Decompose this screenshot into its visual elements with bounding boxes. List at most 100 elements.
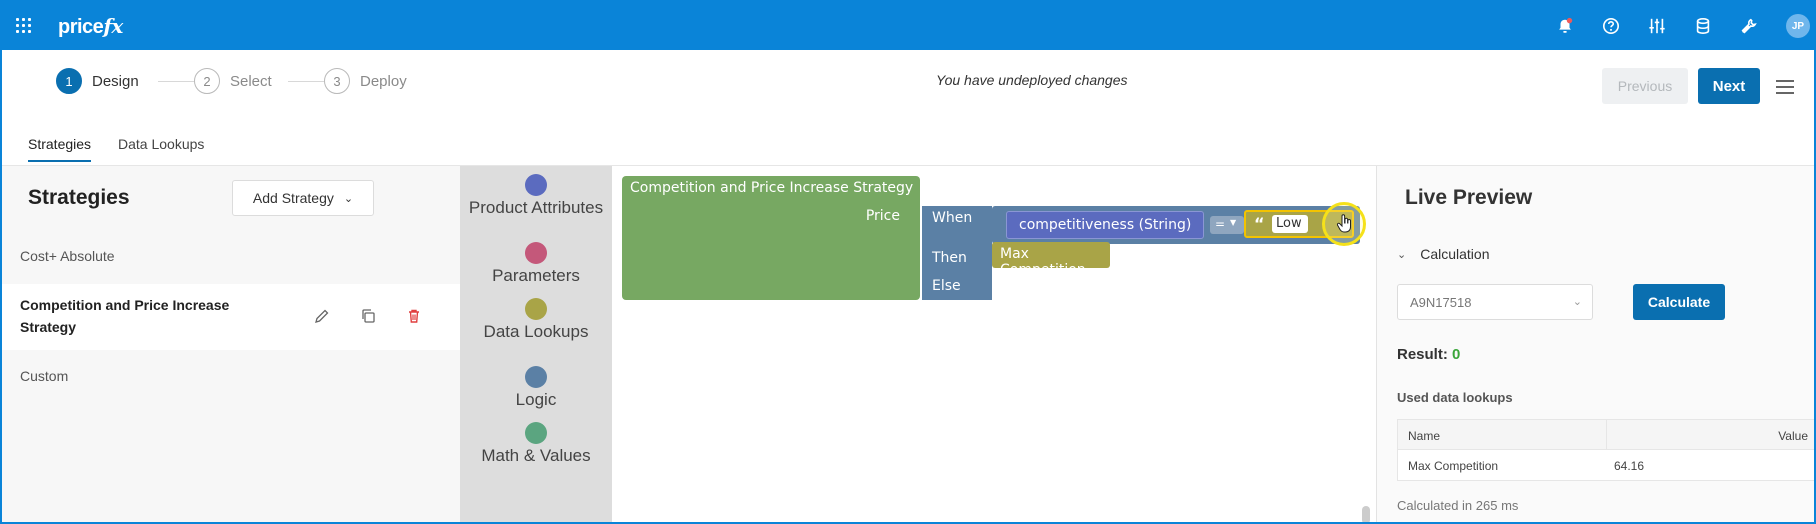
chevron-down-icon: ⌄ — [1397, 248, 1407, 261]
category-label: Data Lookups — [483, 322, 589, 341]
step-number: 2 — [194, 68, 220, 94]
price-label: Price — [865, 208, 900, 224]
if-block[interactable]: When Then Else — [922, 206, 992, 300]
category-label: Product Attributes — [468, 198, 604, 217]
operator-dropdown[interactable]: = ▼ — [1210, 216, 1244, 234]
category-dot-icon — [525, 422, 547, 444]
product-select[interactable]: A9N17518 ⌄ — [1397, 284, 1593, 320]
toolbox-math-values[interactable]: Math & Values — [460, 422, 612, 466]
strategies-title: Strategies — [28, 186, 130, 209]
calculate-button[interactable]: Calculate — [1633, 284, 1725, 320]
used-lookups-table: Name Value Max Competition 64.16 — [1397, 419, 1814, 481]
apps-grid-icon[interactable] — [16, 18, 32, 34]
add-strategy-label: Add Strategy — [252, 190, 334, 206]
toolbox-logic[interactable]: Logic — [460, 366, 612, 410]
edit-icon[interactable] — [312, 306, 332, 326]
result-line: Result: 0 — [1397, 346, 1460, 363]
top-bar: pricefx JP — [2, 2, 1814, 50]
blockly-workspace[interactable]: Competition and Price Increase Strategy … — [612, 166, 1376, 522]
strategy-item-competition[interactable]: Competition and Price Increase Strategy — [2, 284, 460, 350]
toolbox-product-attributes[interactable]: Product Attributes — [460, 174, 612, 218]
tab-data-lookups[interactable]: Data Lookups — [118, 136, 204, 160]
logo-fx-text: fx — [103, 14, 123, 38]
category-dot-icon — [525, 366, 547, 388]
category-label: Logic — [515, 390, 557, 409]
hand-cursor-icon — [1336, 214, 1351, 233]
logo-text: price — [58, 16, 104, 38]
calculation-label: Calculation — [1420, 246, 1490, 262]
strategies-panel: Strategies Add Strategy ⌄ Cost+ Absolute… — [2, 166, 460, 522]
workspace-scrollbar[interactable] — [1362, 506, 1370, 522]
strategy-block[interactable]: Competition and Price Increase Strategy … — [622, 176, 920, 300]
database-icon[interactable] — [1680, 2, 1726, 50]
step-design[interactable]: 1 Design — [56, 68, 139, 94]
category-label: Parameters — [492, 266, 580, 285]
previous-button[interactable]: Previous — [1602, 68, 1688, 104]
category-dot-icon — [525, 298, 547, 320]
strategy-item-cost-absolute[interactable]: Cost+ Absolute — [2, 248, 460, 264]
calculation-section-toggle[interactable]: ⌄ Calculation — [1397, 246, 1489, 262]
then-label: Then — [932, 250, 967, 266]
strategy-actions — [312, 306, 450, 326]
calculation-time: Calculated in 265 ms — [1397, 498, 1519, 513]
bell-alert-icon[interactable] — [1542, 2, 1588, 50]
cell-value: 64.16 — [1614, 459, 1645, 473]
chevron-down-icon: ⌄ — [343, 192, 354, 205]
lookup-value-block[interactable]: Max Competition — [992, 242, 1110, 278]
result-label: Result: — [1397, 346, 1448, 363]
operator-value: = — [1215, 217, 1226, 231]
category-dot-icon — [525, 174, 547, 196]
when-label: When — [932, 210, 973, 226]
delete-icon[interactable] — [404, 306, 424, 326]
block-toolbox: Product Attributes Parameters Data Looku… — [460, 166, 612, 522]
tools-icon[interactable] — [1726, 2, 1772, 50]
undeployed-status: You have undeployed changes — [936, 72, 1128, 88]
quote-icon: “ — [1254, 214, 1265, 233]
pricefx-logo[interactable]: pricefx — [58, 14, 123, 39]
step-number: 1 — [56, 68, 82, 94]
strategy-block-title: Competition and Price Increase Strategy — [630, 180, 914, 196]
avatar: JP — [1786, 14, 1810, 38]
menu-icon[interactable] — [1776, 80, 1794, 94]
table-header: Name Value — [1398, 420, 1814, 450]
table-row: Max Competition 64.16 — [1398, 450, 1814, 480]
strategy-item-custom[interactable]: Custom — [2, 368, 460, 384]
lookup-value-label: Max Competition — [1000, 246, 1086, 278]
next-button[interactable]: Next — [1698, 68, 1760, 104]
column-header-value[interactable]: Value — [1778, 429, 1808, 443]
step-number: 3 — [324, 68, 350, 94]
step-label: Deploy — [360, 72, 407, 90]
chevron-down-icon: ⌄ — [1572, 296, 1582, 308]
add-strategy-button[interactable]: Add Strategy ⌄ — [232, 180, 374, 216]
result-value: 0 — [1452, 346, 1461, 363]
category-label: Math & Values — [481, 446, 591, 465]
duplicate-icon[interactable] — [358, 306, 378, 326]
live-preview-panel: Live Preview ⌄ Calculation A9N17518 ⌄ Ca… — [1376, 166, 1814, 522]
step-connector — [288, 81, 324, 82]
live-preview-title: Live Preview — [1405, 186, 1533, 209]
step-label: Select — [230, 72, 272, 90]
string-value-field[interactable]: Low — [1272, 215, 1308, 233]
strategy-name: Competition and Price Increase Strategy — [20, 297, 230, 335]
step-deploy[interactable]: 3 Deploy — [324, 68, 407, 94]
step-label: Design — [92, 72, 139, 90]
attribute-block[interactable]: competitiveness (String) — [1006, 211, 1204, 239]
attribute-label: competitiveness (String) — [1019, 217, 1192, 233]
toolbox-data-lookups[interactable]: Data Lookups — [460, 298, 612, 342]
wizard-stepper: 1 Design 2 Select 3 Deploy You have unde… — [2, 50, 1814, 114]
product-select-value: A9N17518 — [1410, 295, 1472, 310]
help-icon[interactable] — [1588, 2, 1634, 50]
tab-bar: Strategies Data Lookups — [2, 114, 1814, 166]
step-connector — [158, 81, 194, 82]
cell-name: Max Competition — [1408, 459, 1499, 473]
used-lookups-label: Used data lookups — [1397, 390, 1513, 405]
toolbox-parameters[interactable]: Parameters — [460, 242, 612, 286]
tab-strategies[interactable]: Strategies — [28, 136, 92, 162]
else-label: Else — [932, 278, 961, 294]
user-avatar-button[interactable]: JP — [1772, 2, 1814, 50]
category-dot-icon — [525, 242, 547, 264]
step-select[interactable]: 2 Select — [194, 68, 272, 94]
column-header-name[interactable]: Name — [1408, 429, 1440, 443]
sliders-icon[interactable] — [1634, 2, 1680, 50]
app-window: pricefx JP 1 Design 2 Select 3 Deploy Yo… — [0, 0, 1816, 524]
